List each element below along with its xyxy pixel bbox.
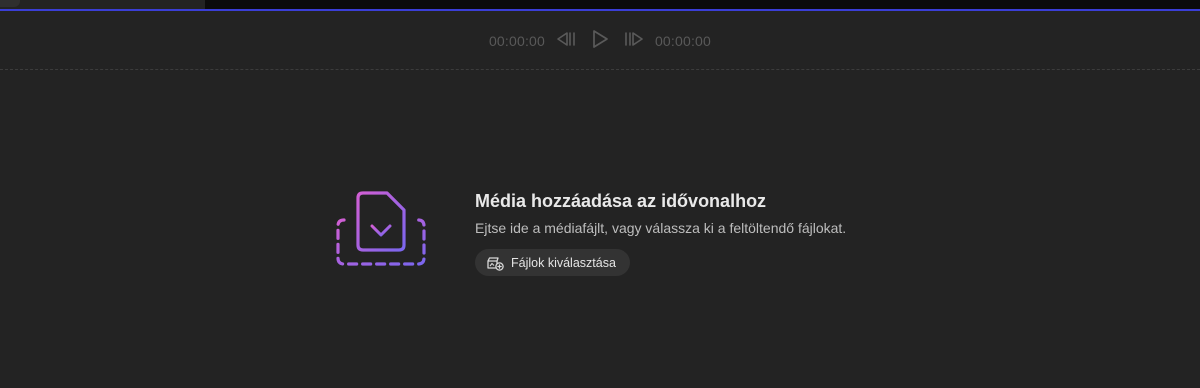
- file-download-drop-icon: [335, 188, 427, 270]
- preview-viewer: [205, 0, 1200, 9]
- current-time: 00:00:00: [488, 33, 546, 49]
- transport-controls: 00:00:00 00:00:00: [0, 24, 1200, 58]
- next-frame-button[interactable]: [617, 26, 651, 56]
- media-drop-zone[interactable]: Média hozzáadása az idővonalhoz Ejtse id…: [335, 188, 846, 276]
- accent-line: [0, 9, 1200, 11]
- play-icon: [590, 29, 610, 54]
- step-forward-icon: [623, 31, 645, 52]
- panel-tab[interactable]: [0, 0, 20, 7]
- play-button[interactable]: [583, 26, 617, 56]
- choose-files-button[interactable]: Fájlok kiválasztása: [475, 249, 630, 276]
- add-media-icon: [486, 255, 504, 271]
- choose-files-label: Fájlok kiválasztása: [511, 255, 616, 270]
- dashed-divider: [0, 69, 1200, 70]
- step-backward-icon: [555, 31, 577, 52]
- drop-subtitle: Ejtse ide a médiafájlt, vagy válassza ki…: [475, 220, 847, 236]
- top-strip: [0, 0, 1200, 11]
- total-time: 00:00:00: [654, 33, 712, 49]
- drop-text: Média hozzáadása az idővonalhoz Ejtse id…: [475, 188, 846, 276]
- drop-title: Média hozzáadása az idővonalhoz: [475, 191, 767, 211]
- previous-frame-button[interactable]: [549, 26, 583, 56]
- timeline-panel: 00:00:00 00:00:00 Média hozzáadása az id…: [0, 0, 1200, 388]
